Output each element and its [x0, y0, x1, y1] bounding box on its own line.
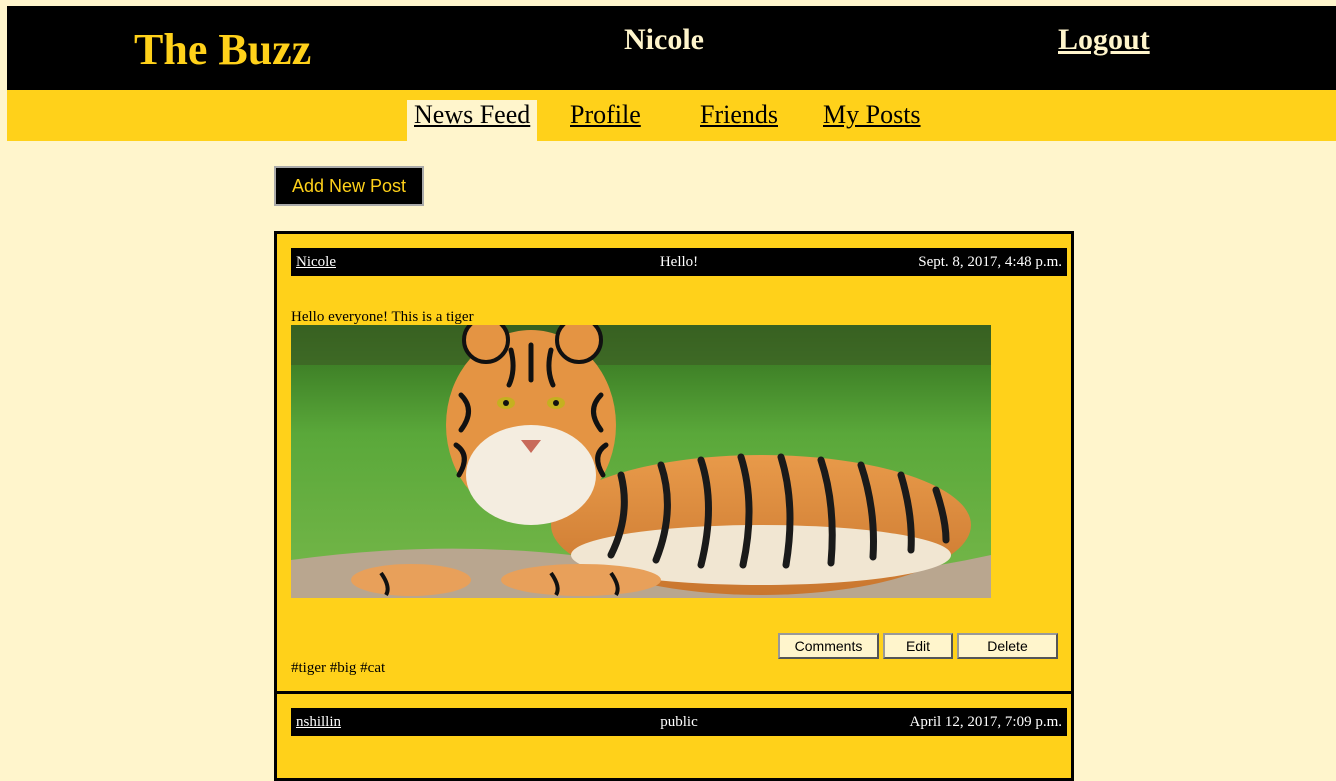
post-author-link[interactable]: Nicole — [296, 248, 336, 276]
edit-button[interactable]: Edit — [883, 633, 953, 659]
post-header: public nshillin April 12, 2017, 7:09 p.m… — [291, 708, 1067, 736]
post-card: Hello! Nicole Sept. 8, 2017, 4:48 p.m. H… — [274, 231, 1074, 694]
site-logo: The Buzz — [134, 25, 312, 74]
nav-profile[interactable]: Profile — [570, 100, 641, 130]
logout-link[interactable]: Logout — [1058, 25, 1150, 55]
current-username: Nicole — [624, 23, 704, 56]
post-image — [291, 325, 991, 598]
main-nav: News Feed Profile Friends My Posts — [7, 90, 1336, 141]
nav-friends[interactable]: Friends — [700, 100, 778, 130]
top-header: The Buzz Nicole Logout — [7, 6, 1336, 90]
nav-my-posts[interactable]: My Posts — [823, 100, 921, 130]
post-date: April 12, 2017, 7:09 p.m. — [909, 714, 1063, 730]
delete-button[interactable]: Delete — [957, 633, 1058, 659]
post-author-link[interactable]: nshillin — [296, 708, 341, 736]
add-new-post-button[interactable]: Add New Post — [274, 166, 424, 206]
nav-news-feed[interactable]: News Feed — [407, 100, 538, 141]
comments-button[interactable]: Comments — [778, 633, 879, 659]
post-date: Sept. 8, 2017, 4:48 p.m. — [918, 254, 1062, 270]
post-header: Hello! Nicole Sept. 8, 2017, 4:48 p.m. — [291, 248, 1067, 276]
post-tags: #tiger #big #cat — [291, 660, 386, 676]
post-card: public nshillin April 12, 2017, 7:09 p.m… — [274, 691, 1074, 781]
post-body-text: Hello everyone! This is a tiger — [291, 309, 474, 325]
